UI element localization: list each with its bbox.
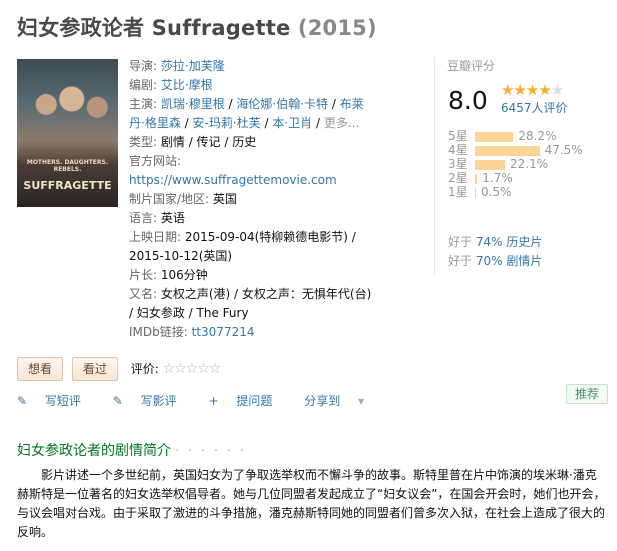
rating-bar-fill: [475, 159, 506, 170]
rating-bar-percent: 1.7%: [482, 171, 513, 185]
writer-link[interactable]: 艾比·摩根: [161, 78, 213, 92]
star-off-icon: ★: [550, 81, 564, 99]
comment-icon: ✎: [17, 394, 28, 408]
star-on-icon: ★★★★: [501, 81, 552, 99]
cast-link[interactable]: 海伦娜·伯翰·卡特: [236, 97, 328, 111]
cast-link[interactable]: 本·卫肖: [272, 116, 312, 130]
rate-stars-input[interactable]: ☆☆☆☆☆: [163, 361, 222, 377]
cast-link[interactable]: 安-玛莉·杜芙: [193, 116, 261, 130]
pen-icon: ✎: [112, 394, 123, 408]
country: 英国: [212, 192, 237, 206]
rating-score: 8.0: [448, 86, 488, 115]
language: 英语: [160, 211, 185, 225]
runtime: 106分钟: [160, 268, 208, 282]
aka: 女权之声(港) / 女权之声：无惧年代(台) / 妇女参政 / The Fury: [129, 287, 372, 320]
poster-title: SUFFRAGETTE: [23, 179, 112, 192]
rating-bar-percent: 28.2%: [518, 129, 557, 143]
title-cn: 妇女参政论者: [17, 16, 145, 40]
rating-bar-fill: [475, 131, 514, 142]
cast-more-link[interactable]: 更多...: [324, 116, 359, 130]
rating-head: 豆瓣评分: [447, 59, 496, 73]
rate-label: 评价:: [130, 362, 159, 376]
summary-text: 影片讲述一个多世纪前，英国妇女为了争取选举权而不懈斗争的故事。斯特里普在片中饰演…: [17, 468, 606, 539]
rating-bar-row: 1星 0.5%: [448, 185, 583, 199]
rating-bar-label: 3星: [448, 157, 468, 171]
cast-link[interactable]: 凯瑞·穆里根: [161, 97, 225, 111]
poster-faces: [25, 77, 110, 132]
rating-panel: 豆瓣评分 8.0 ★★★★★ 6457人评价 5星 28.2% 4星 47.5% 3星 2…: [434, 57, 617, 275]
watched-button[interactable]: 看过: [71, 357, 118, 381]
write-short-review-link[interactable]: ✎ 写短评: [17, 394, 95, 408]
better-history-link[interactable]: 74% 历史片: [476, 235, 543, 249]
movie-poster[interactable]: MOTHERS. DAUGHTERS. REBELS. SUFFRAGETTE: [17, 59, 118, 207]
better-drama-link[interactable]: 70% 剧情片: [476, 254, 543, 268]
rating-bar-fill: [475, 187, 476, 198]
poster-tagline: MOTHERS. DAUGHTERS. REBELS.: [26, 159, 109, 173]
rating-bar-percent: 22.1%: [510, 157, 549, 171]
summary-title: 妇女参政论者的剧情简介 · · · · · ·: [17, 443, 246, 459]
rating-bar-row: 5星 28.2%: [448, 129, 583, 143]
rating-bar-row: 4星 47.5%: [448, 143, 583, 157]
rating-bar-label: 5星: [448, 129, 468, 143]
rating-bar-label: 2星: [448, 171, 468, 185]
movie-info: 导演: 莎拉·加芙隆 编剧: 艾比·摩根 主演: 凯瑞·穆里根 / 海伦娜·伯翰…: [129, 59, 372, 339]
official-site-link[interactable]: https://www.suffragettemovie.com: [129, 173, 337, 187]
write-review-link[interactable]: ✎ 写影评: [113, 394, 191, 408]
genre: 剧情 / 传记 / 历史: [160, 135, 257, 149]
better-than: 好于 74% 历史片 好于 70% 剧情片: [448, 235, 543, 268]
action-bar: 想看 看过 评价: ☆☆☆☆☆: [17, 357, 222, 381]
title-year: (2015): [297, 16, 377, 40]
title-en: Suffragette: [151, 16, 291, 40]
rating-stars: ★★★★★: [501, 81, 564, 99]
recommend-button[interactable]: 推荐: [566, 384, 608, 404]
ask-question-link[interactable]: + 提问题: [208, 394, 286, 408]
imdb-link[interactable]: tt3077214: [192, 325, 255, 339]
rating-bar-fill: [475, 145, 540, 156]
rating-bars: 5星 28.2% 4星 47.5% 3星 22.1% 2星 1.7% 1星 0.5%: [448, 129, 583, 199]
rating-bar-row: 2星 1.7%: [448, 171, 583, 185]
rating-bar-row: 3星 22.1%: [448, 157, 583, 171]
director-link[interactable]: 莎拉·加芙隆: [161, 59, 225, 73]
tool-links: ✎ 写短评 ✎ 写影评 + 提问题 分享到 ▾: [17, 392, 392, 409]
rating-bar-fill: [475, 173, 478, 184]
rating-bar-percent: 0.5%: [481, 185, 512, 199]
rating-bar-label: 1星: [448, 185, 468, 199]
share-link[interactable]: 分享到 ▾: [304, 394, 378, 408]
rating-bar-label: 4星: [448, 143, 468, 157]
want-to-watch-button[interactable]: 想看: [17, 357, 64, 381]
votes-link[interactable]: 6457人评价: [501, 101, 568, 115]
caret-down-icon: ▾: [358, 394, 365, 408]
plus-icon: +: [208, 394, 219, 408]
rating-bar-percent: 47.5%: [544, 143, 583, 157]
page-title: 妇女参政论者 Suffragette (2015): [17, 12, 377, 42]
